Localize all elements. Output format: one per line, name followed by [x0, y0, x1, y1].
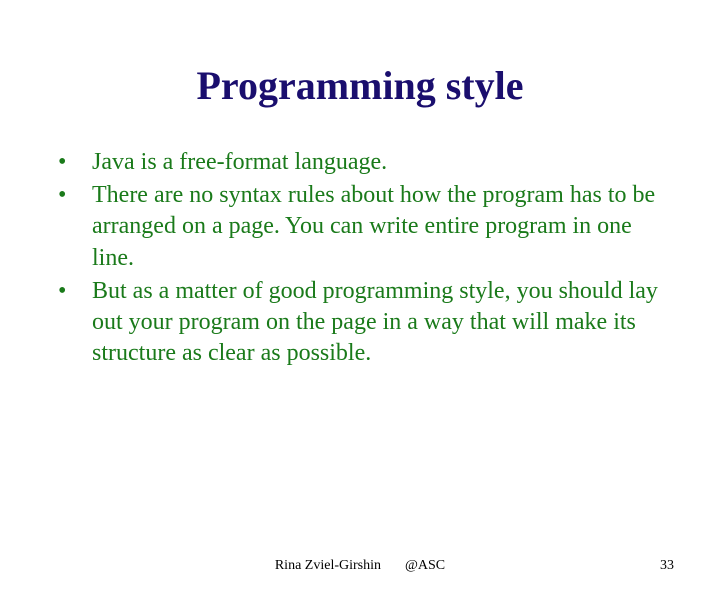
footer-author: Rina Zviel-Girshin [275, 558, 381, 574]
bullet-marker: • [52, 147, 92, 178]
bullet-list: • Java is a free-format language. • Ther… [0, 147, 720, 369]
list-item: • But as a matter of good programming st… [52, 276, 668, 370]
bullet-text: There are no syntax rules about how the … [92, 180, 668, 274]
footer-org: @ASC [405, 558, 445, 574]
bullet-marker: • [52, 276, 92, 307]
list-item: • Java is a free-format language. [52, 147, 668, 178]
bullet-text: But as a matter of good programming styl… [92, 276, 668, 370]
list-item: • There are no syntax rules about how th… [52, 180, 668, 274]
slide-title: Programming style [0, 62, 720, 109]
footer: Rina Zviel-Girshin @ASC [0, 558, 720, 574]
bullet-marker: • [52, 180, 92, 211]
page-number: 33 [660, 558, 674, 574]
bullet-text: Java is a free-format language. [92, 147, 668, 178]
